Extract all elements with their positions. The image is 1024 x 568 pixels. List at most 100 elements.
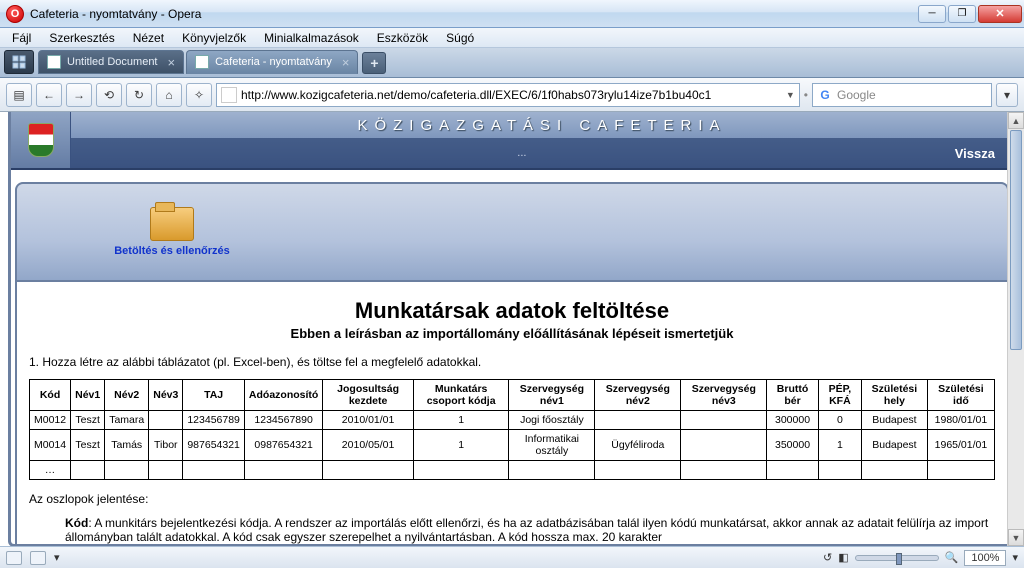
opera-icon: O bbox=[6, 5, 24, 23]
table-cell: 987654321 bbox=[183, 430, 245, 461]
table-cell: 1 bbox=[818, 430, 861, 461]
table-cell: Teszt bbox=[71, 430, 105, 461]
menu-widgets[interactable]: Minialkalmazások bbox=[256, 29, 367, 47]
scroll-up-arrow[interactable]: ▲ bbox=[1008, 112, 1024, 129]
site-icon bbox=[221, 87, 237, 103]
search-bar[interactable]: G Google bbox=[812, 83, 992, 107]
table-header: Szervegység név2 bbox=[595, 380, 681, 411]
menubar: Fájl Szerkesztés Nézet Könyvjelzők Minia… bbox=[0, 28, 1024, 48]
back-link[interactable]: Vissza bbox=[955, 146, 995, 161]
zoom-value[interactable]: 100% bbox=[964, 550, 1006, 566]
table-cell: 1 bbox=[413, 411, 509, 430]
table-cell: 1234567890 bbox=[244, 411, 322, 430]
view-mode-button[interactable]: ▾ bbox=[996, 83, 1018, 107]
table-cell bbox=[767, 461, 819, 480]
tab-close-icon[interactable]: × bbox=[342, 55, 350, 70]
table-header: PÉP, KFÁ bbox=[818, 380, 861, 411]
sidebar-toggle-button[interactable]: ▤ bbox=[6, 83, 32, 107]
url-text: http://www.kozigcafeteria.net/demo/cafet… bbox=[241, 88, 782, 102]
table-header: Jogosultság kezdete bbox=[323, 380, 414, 411]
links-panel-icon[interactable] bbox=[30, 551, 46, 565]
home-button[interactable]: ⌂ bbox=[156, 83, 182, 107]
hungary-crest-icon bbox=[28, 123, 54, 157]
table-header: Szervegység név3 bbox=[681, 380, 767, 411]
grid-icon bbox=[12, 55, 26, 69]
reload-button[interactable]: ↻ bbox=[126, 83, 152, 107]
table-cell bbox=[149, 411, 183, 430]
load-check-button[interactable]: Betöltés és ellenőrzés bbox=[17, 207, 327, 257]
menu-file[interactable]: Fájl bbox=[4, 29, 39, 47]
table-cell bbox=[244, 461, 322, 480]
dropdown-icon[interactable]: ▼ bbox=[786, 90, 795, 100]
table-cell: … bbox=[30, 461, 71, 480]
table-header: Adóazonosító bbox=[244, 380, 322, 411]
minimize-button[interactable]: ─ bbox=[918, 5, 946, 23]
table-header: Név3 bbox=[149, 380, 183, 411]
app-title: KÖZIGAZGATÁSI CAFETERIA bbox=[357, 117, 726, 134]
table-header: TAJ bbox=[183, 380, 245, 411]
table-cell bbox=[927, 461, 994, 480]
table-header: Munkatárs csoport kódja bbox=[413, 380, 509, 411]
table-cell bbox=[105, 461, 149, 480]
close-button[interactable]: ✕ bbox=[978, 5, 1022, 23]
table-header: Név1 bbox=[71, 380, 105, 411]
forward-button[interactable]: → bbox=[66, 83, 92, 107]
table-row: M0014TesztTamásTibor98765432109876543212… bbox=[30, 430, 995, 461]
tab-untitled[interactable]: Untitled Document × bbox=[38, 50, 184, 74]
scroll-down-arrow[interactable]: ▼ bbox=[1008, 529, 1024, 546]
back-button[interactable]: ← bbox=[36, 83, 62, 107]
menu-view[interactable]: Nézet bbox=[125, 29, 172, 47]
vertical-scrollbar[interactable]: ▲ ▼ bbox=[1007, 112, 1024, 546]
columns-label: Az oszlopok jelentése: bbox=[29, 492, 995, 506]
table-header: Bruttó bér bbox=[767, 380, 819, 411]
zoom-slider[interactable] bbox=[855, 555, 939, 561]
column-desc-kod: Kód: A munkitárs bejelentkezési kódja. A… bbox=[65, 516, 995, 544]
table-row: M0012TesztTamara12345678912345678902010/… bbox=[30, 411, 995, 430]
table-cell bbox=[681, 411, 767, 430]
chevron-down-icon[interactable]: ▾ bbox=[1012, 551, 1018, 564]
table-header: Születési idő bbox=[927, 380, 994, 411]
new-tab-button[interactable]: + bbox=[362, 52, 386, 74]
menu-edit[interactable]: Szerkesztés bbox=[41, 29, 122, 47]
table-cell bbox=[595, 461, 681, 480]
table-cell: Budapest bbox=[861, 411, 927, 430]
table-cell: Jogi főosztály bbox=[509, 411, 595, 430]
table-cell bbox=[413, 461, 509, 480]
table-header: Kód bbox=[30, 380, 71, 411]
zoom-icon[interactable]: 🔍 bbox=[945, 551, 959, 564]
panel-toggle-icon[interactable] bbox=[6, 551, 22, 565]
table-cell bbox=[509, 461, 595, 480]
rewind-button[interactable]: ⟲ bbox=[96, 83, 122, 107]
table-cell: 350000 bbox=[767, 430, 819, 461]
table-cell bbox=[681, 430, 767, 461]
window-title: Cafeteria - nyomtatvány - Opera bbox=[30, 7, 918, 21]
doc-title: Munkatársak adatok feltöltése bbox=[29, 298, 995, 324]
tab-cafeteria[interactable]: Cafeteria - nyomtatvány × bbox=[186, 50, 358, 74]
tool-label: Betöltés és ellenőrzés bbox=[114, 245, 230, 257]
table-cell: Tamás bbox=[105, 430, 149, 461]
folder-icon bbox=[150, 207, 194, 241]
status-sep: ▾ bbox=[54, 551, 60, 564]
zoom-knob[interactable] bbox=[896, 553, 902, 565]
window-titlebar: O Cafeteria - nyomtatvány - Opera ─ ❐ ✕ bbox=[0, 0, 1024, 28]
table-cell: 123456789 bbox=[183, 411, 245, 430]
maximize-button[interactable]: ❐ bbox=[948, 5, 976, 23]
menu-bookmarks[interactable]: Könyvjelzők bbox=[174, 29, 254, 47]
camera-icon[interactable]: ◧ bbox=[838, 551, 848, 564]
table-cell: 1 bbox=[413, 430, 509, 461]
table-cell bbox=[183, 461, 245, 480]
table-cell: 0 bbox=[818, 411, 861, 430]
doc-subtitle: Ebben a leírásban az importállomány előá… bbox=[29, 326, 995, 341]
menu-tools[interactable]: Eszközök bbox=[369, 29, 436, 47]
table-cell: 1980/01/01 bbox=[927, 411, 994, 430]
menu-help[interactable]: Súgó bbox=[438, 29, 482, 47]
address-bar[interactable]: http://www.kozigcafeteria.net/demo/cafet… bbox=[216, 83, 800, 107]
table-cell: 2010/01/01 bbox=[323, 411, 414, 430]
scroll-thumb[interactable] bbox=[1010, 130, 1022, 350]
tab-close-icon[interactable]: × bbox=[168, 55, 176, 70]
status-bar: ▾ ↺ ◧ 🔍 100% ▾ bbox=[0, 546, 1024, 568]
wand-button[interactable]: ✧ bbox=[186, 83, 212, 107]
table-cell bbox=[323, 461, 414, 480]
speed-dial-button[interactable] bbox=[4, 50, 34, 74]
sync-icon[interactable]: ↺ bbox=[823, 551, 832, 564]
